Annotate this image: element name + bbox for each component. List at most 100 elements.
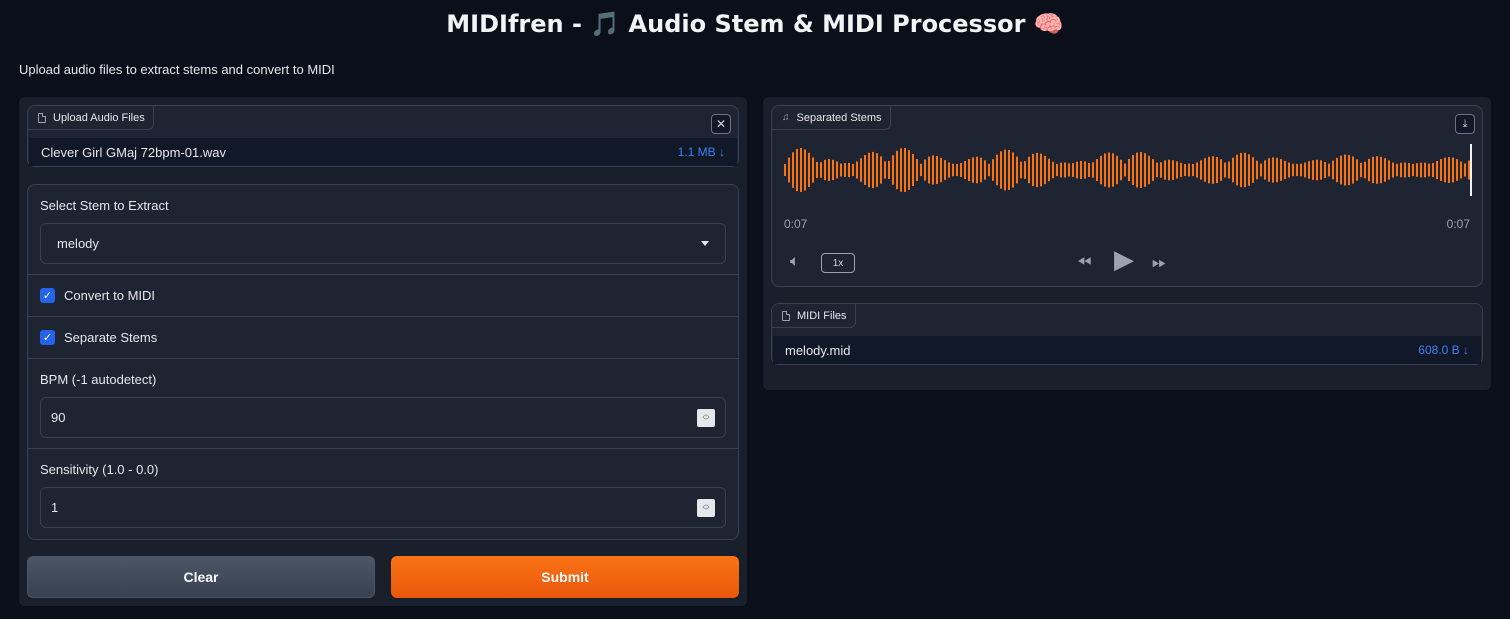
waveform-bar (1296, 163, 1298, 177)
waveform-bar (1284, 160, 1286, 180)
waveform-bar (940, 157, 942, 183)
audio-waveform[interactable] (784, 144, 1472, 196)
waveform-bar (812, 157, 814, 183)
waveform-bar (856, 161, 858, 179)
waveform-bar (860, 158, 862, 182)
waveform-bar (1156, 162, 1158, 178)
waveform-bar (844, 163, 846, 177)
waveform-bar (1196, 162, 1198, 178)
waveform-bar (976, 156, 978, 184)
clear-button[interactable]: Clear (27, 556, 375, 598)
waveform-bar (1108, 152, 1110, 188)
waveform-bar (1456, 159, 1458, 181)
waveform-bar (1376, 156, 1378, 184)
separate-stems-checkbox-row[interactable]: ✓ Separate Stems (40, 330, 157, 345)
download-icon[interactable]: ⤓ (1455, 114, 1475, 134)
fast-forward-icon[interactable]: ⏩︎ (1152, 252, 1166, 273)
waveform-bar (1040, 153, 1042, 187)
close-icon[interactable]: ✕ (711, 114, 731, 134)
waveform-bar (1092, 162, 1094, 178)
uploaded-file-row: Clever Girl GMaj 72bpm-01.wav 1.1 MB ↓ (29, 138, 737, 166)
waveform-bar (836, 161, 838, 179)
waveform-bar (1064, 162, 1066, 178)
waveform-bar (1464, 163, 1466, 177)
waveform-bar (1036, 152, 1038, 188)
bpm-stepper[interactable]: ︿ ﹀ (697, 408, 715, 427)
title-text: MIDIfren - (446, 10, 591, 38)
waveform-bar (1184, 163, 1186, 177)
convert-midi-checkbox[interactable]: ✓ (40, 288, 55, 303)
waveform-bar (1228, 161, 1230, 179)
bpm-section: BPM (-1 autodetect) 90 ︿ ﹀ (28, 359, 738, 449)
waveform-bar (1088, 162, 1090, 178)
upload-label-text: Upload Audio Files (53, 111, 145, 124)
waveform-bar (1392, 162, 1394, 178)
waveform-bar (824, 159, 826, 181)
uploaded-file-size-link[interactable]: 1.1 MB ↓ (678, 145, 725, 159)
bpm-input[interactable]: 90 ︿ ﹀ (40, 397, 726, 438)
separated-stems-label-text: Separated Stems (796, 111, 882, 124)
waveform-bar (1436, 160, 1438, 180)
playhead-cursor[interactable] (1470, 144, 1472, 196)
waveform-bar (1444, 157, 1446, 183)
playback-speed-button[interactable]: 1x (821, 253, 855, 273)
waveform-bar (1320, 160, 1322, 180)
waveform-bar (984, 160, 986, 180)
music-note-icon: ♫ (782, 112, 790, 123)
submit-button[interactable]: Submit (391, 556, 739, 598)
sensitivity-stepper[interactable]: ︿ ﹀ (697, 498, 715, 517)
waveform-bar (804, 149, 806, 191)
waveform-bar (808, 152, 810, 188)
waveform-bar (1328, 163, 1330, 177)
waveform-bar (1116, 155, 1118, 185)
waveform-bar (1112, 153, 1114, 187)
midi-file-size-link[interactable]: 608.0 B ↓ (1418, 343, 1469, 357)
output-panel: ♫ Separated Stems ⤓ 0:07 0:07 🔈︎ 1x ⏪︎ ▶… (763, 97, 1491, 390)
volume-icon[interactable]: 🔈︎ (790, 253, 800, 271)
stem-select-dropdown[interactable]: melody (40, 223, 726, 264)
waveform-bar (1008, 149, 1010, 191)
waveform-bar (884, 161, 886, 179)
upload-audio-box[interactable]: Upload Audio Files ✕ Clever Girl GMaj 72… (27, 105, 739, 167)
convert-midi-checkbox-row[interactable]: ✓ Convert to MIDI (40, 288, 155, 303)
waveform-bar (1420, 162, 1422, 178)
waveform-bar (1368, 158, 1370, 182)
duration-time: 0:07 (1446, 217, 1470, 231)
waveform-bar (1452, 157, 1454, 183)
waveform-bar (1144, 153, 1146, 187)
brain-icon: 🧠 (1033, 10, 1064, 38)
waveform-bar (1072, 163, 1074, 177)
waveform-bar (1468, 160, 1470, 180)
upload-label: Upload Audio Files (28, 106, 154, 130)
sensitivity-value: 1 (51, 500, 59, 515)
midi-file-name: melody.mid (785, 342, 851, 358)
rewind-icon[interactable]: ⏪︎ (1077, 252, 1091, 273)
waveform-bar (1128, 158, 1130, 182)
music-note-icon: 🎵 (590, 10, 621, 38)
waveform-bar (928, 156, 930, 184)
waveform-bar (1404, 162, 1406, 178)
waveform-bar (832, 159, 834, 181)
waveform-bar (964, 161, 966, 179)
waveform-bar (992, 159, 994, 181)
sensitivity-input[interactable]: 1 ︿ ﹀ (40, 487, 726, 528)
title-rest: Audio Stem & MIDI Processor (620, 10, 1034, 38)
waveform-bar (1192, 163, 1194, 177)
waveform-bar (1136, 152, 1138, 188)
waveform-bar (1060, 162, 1062, 178)
waveform-bar (1360, 162, 1362, 178)
waveform-bar (792, 152, 794, 188)
play-icon[interactable]: ▶︎ (1114, 244, 1134, 275)
waveform-bar (1304, 162, 1306, 178)
waveform-bar (868, 152, 870, 188)
midi-files-box: MIDI Files melody.mid 608.0 B ↓ (771, 303, 1483, 365)
waveform-bar (1052, 161, 1054, 179)
waveform-bar (1432, 162, 1434, 178)
waveform-bar (1120, 159, 1122, 181)
separate-stems-checkbox[interactable]: ✓ (40, 330, 55, 345)
waveform-bar (788, 157, 790, 183)
waveform-bar (1216, 156, 1218, 184)
waveform-bar (888, 160, 890, 180)
waveform-bar (968, 158, 970, 182)
waveform-bar (864, 155, 866, 185)
